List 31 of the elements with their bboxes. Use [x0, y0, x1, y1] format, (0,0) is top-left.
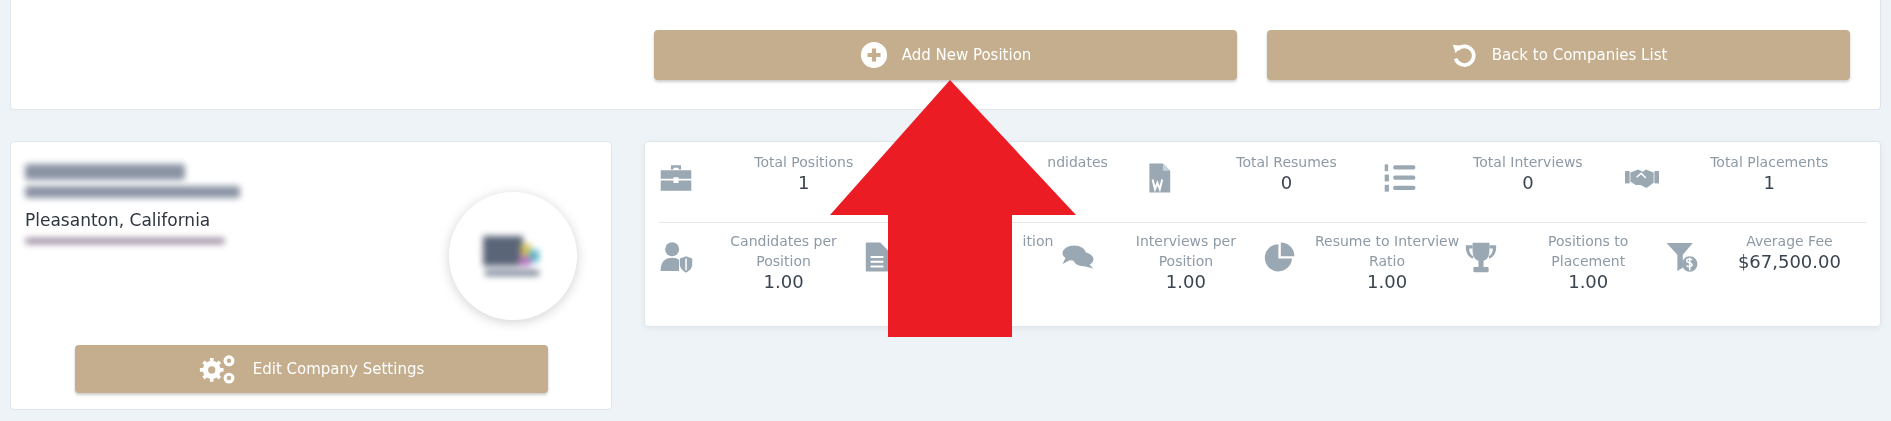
stat-label: ition	[1022, 232, 1054, 251]
stat-value: 0	[1280, 172, 1293, 194]
stat-value: 1.00	[1367, 271, 1408, 293]
edit-settings-button[interactable]: Edit Company Settings	[75, 345, 548, 393]
funnel-dollar-icon	[1664, 241, 1699, 273]
stat-label: Total Resumes	[1236, 153, 1337, 172]
stat-label: Interviews per Position	[1134, 232, 1237, 271]
numbered-list-icon	[1383, 162, 1418, 194]
trophy-icon	[1463, 241, 1498, 273]
stat-label: Positions to Placement	[1547, 232, 1630, 271]
stat-label: Total Placements	[1710, 153, 1829, 172]
stat-label: Total Positions	[754, 153, 854, 172]
add-position-button[interactable]: Add New Position	[654, 30, 1237, 80]
stat-value: 0	[1522, 172, 1534, 194]
stat-value: 1	[797, 172, 810, 194]
user-shield-icon	[659, 241, 693, 273]
stat-value: 1.00	[1568, 271, 1609, 293]
briefcase-icon	[659, 162, 693, 194]
stat-label: ndidates	[1047, 153, 1108, 172]
back-button[interactable]: Back to Companies List	[1267, 30, 1850, 80]
stat-label: Resume to Interview Ratio	[1314, 232, 1461, 271]
stat-label: Average Fee	[1746, 232, 1833, 251]
plus-circle-icon	[859, 41, 888, 69]
company-city: Pleasanton, California	[25, 210, 212, 230]
stat-value: $67,500.00	[1737, 251, 1841, 273]
stat-label: Candidates per Position	[729, 232, 838, 271]
stat-label: Total Interviews	[1473, 153, 1583, 172]
stat-value: 1	[1763, 172, 1775, 194]
stat-value: 1.00	[763, 271, 804, 293]
pie-chart-icon	[1262, 241, 1297, 273]
stat-value: 1.00	[1165, 271, 1206, 293]
